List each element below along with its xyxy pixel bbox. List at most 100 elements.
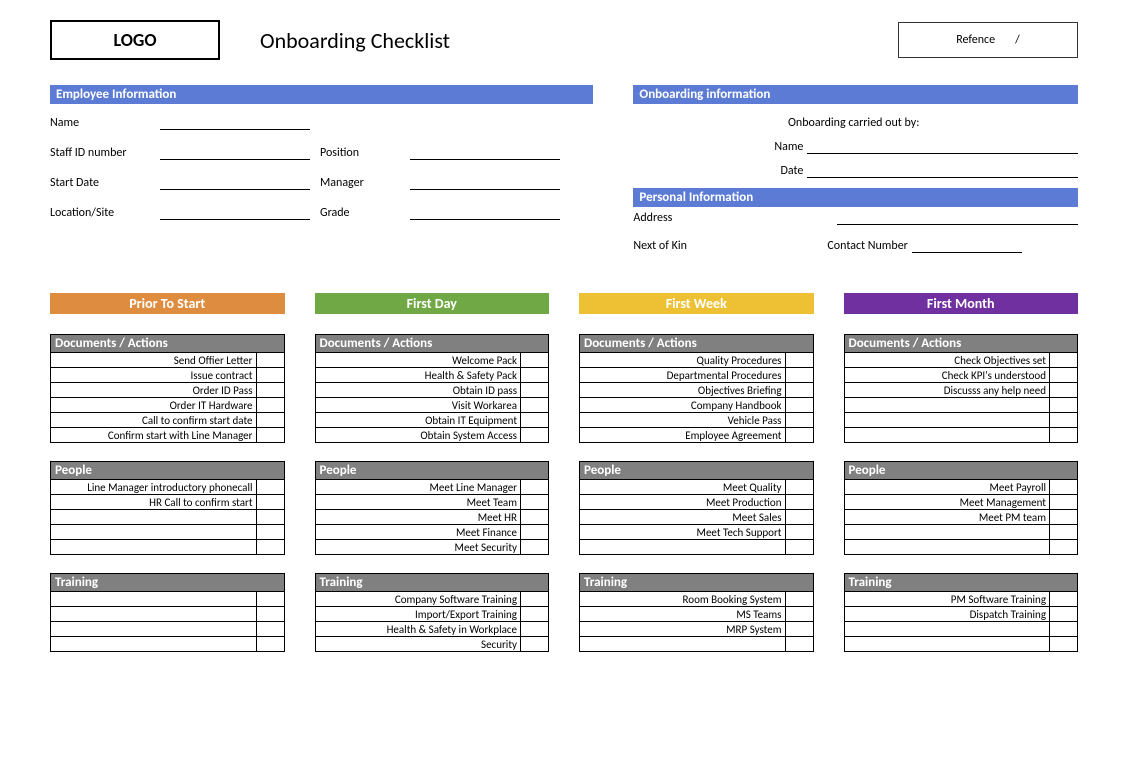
check-cell[interactable]	[785, 383, 813, 398]
item-cell: Company Handbook	[580, 398, 786, 413]
check-cell[interactable]	[521, 480, 549, 495]
phase-column: Prior To StartDocuments / ActionsSend Of…	[50, 293, 285, 670]
check-cell[interactable]	[521, 368, 549, 383]
check-cell[interactable]	[785, 368, 813, 383]
check-cell[interactable]	[256, 607, 284, 622]
item-cell: PM Software Training	[844, 592, 1050, 607]
check-cell[interactable]	[1050, 622, 1078, 637]
check-cell[interactable]	[521, 353, 549, 368]
check-cell[interactable]	[785, 480, 813, 495]
check-cell[interactable]	[256, 368, 284, 383]
lbl-address: Address	[633, 211, 713, 225]
field-manager[interactable]	[410, 176, 560, 190]
section-header: People	[579, 461, 814, 479]
check-cell[interactable]	[1050, 607, 1078, 622]
check-cell[interactable]	[521, 510, 549, 525]
check-cell[interactable]	[1050, 637, 1078, 652]
section-header: Documents / Actions	[315, 334, 550, 352]
item-cell: Meet Team	[315, 495, 521, 510]
check-cell[interactable]	[521, 413, 549, 428]
check-cell[interactable]	[521, 398, 549, 413]
check-cell[interactable]	[785, 637, 813, 652]
check-cell[interactable]	[256, 398, 284, 413]
check-cell[interactable]	[1050, 540, 1078, 555]
reference-box: Refence /	[898, 22, 1078, 58]
check-cell[interactable]	[256, 525, 284, 540]
check-cell[interactable]	[1050, 368, 1078, 383]
check-cell[interactable]	[785, 495, 813, 510]
check-cell[interactable]	[785, 540, 813, 555]
check-cell[interactable]	[1050, 398, 1078, 413]
check-cell[interactable]	[256, 495, 284, 510]
check-cell[interactable]	[1050, 525, 1078, 540]
item-cell: Import/Export Training	[315, 607, 521, 622]
check-cell[interactable]	[1050, 480, 1078, 495]
item-cell: Obtain ID pass	[315, 383, 521, 398]
field-onb-date[interactable]	[807, 164, 1078, 178]
check-cell[interactable]	[785, 413, 813, 428]
check-cell[interactable]	[521, 540, 549, 555]
check-cell[interactable]	[521, 525, 549, 540]
check-cell[interactable]	[256, 428, 284, 443]
item-cell: Health & Safety in Workplace	[315, 622, 521, 637]
item-cell: Meet Security	[315, 540, 521, 555]
field-address[interactable]	[837, 211, 1078, 225]
item-cell	[844, 540, 1050, 555]
check-cell[interactable]	[1050, 383, 1078, 398]
item-cell: Send Offier Letter	[51, 353, 257, 368]
item-cell: Order ID Pass	[51, 383, 257, 398]
check-cell[interactable]	[785, 607, 813, 622]
check-cell[interactable]	[521, 607, 549, 622]
check-cell[interactable]	[521, 637, 549, 652]
check-cell[interactable]	[785, 353, 813, 368]
check-cell[interactable]	[256, 413, 284, 428]
check-cell[interactable]	[1050, 592, 1078, 607]
check-cell[interactable]	[521, 592, 549, 607]
check-cell[interactable]	[1050, 353, 1078, 368]
item-cell: Obtain System Access	[315, 428, 521, 443]
check-cell[interactable]	[785, 398, 813, 413]
check-cell[interactable]	[256, 383, 284, 398]
check-cell[interactable]	[785, 525, 813, 540]
field-position[interactable]	[410, 146, 560, 160]
check-cell[interactable]	[256, 510, 284, 525]
check-cell[interactable]	[785, 428, 813, 443]
check-cell[interactable]	[256, 353, 284, 368]
check-cell[interactable]	[785, 510, 813, 525]
field-staffid[interactable]	[160, 146, 310, 160]
check-cell[interactable]	[521, 383, 549, 398]
check-cell[interactable]	[1050, 428, 1078, 443]
check-cell[interactable]	[521, 428, 549, 443]
reference-label: Refence	[956, 33, 995, 47]
check-cell[interactable]	[256, 540, 284, 555]
check-cell[interactable]	[785, 592, 813, 607]
check-cell[interactable]	[1050, 413, 1078, 428]
item-cell: Welcome Pack	[315, 353, 521, 368]
check-cell[interactable]	[256, 480, 284, 495]
field-startdate[interactable]	[160, 176, 310, 190]
check-cell[interactable]	[785, 622, 813, 637]
phase-column: First MonthDocuments / ActionsCheck Obje…	[844, 293, 1079, 670]
check-cell[interactable]	[256, 622, 284, 637]
check-cell[interactable]	[1050, 495, 1078, 510]
field-location[interactable]	[160, 206, 310, 220]
check-cell[interactable]	[521, 622, 549, 637]
field-name[interactable]	[160, 116, 310, 130]
item-cell: Employee Agreement	[580, 428, 786, 443]
item-cell: Dispatch Training	[844, 607, 1050, 622]
check-cell[interactable]	[1050, 510, 1078, 525]
field-contact[interactable]	[912, 239, 1022, 253]
item-cell: Security	[315, 637, 521, 652]
check-cell[interactable]	[521, 495, 549, 510]
phase-column: First WeekDocuments / ActionsQuality Pro…	[579, 293, 814, 670]
check-cell[interactable]	[256, 592, 284, 607]
section-table: Send Offier LetterIssue contractOrder ID…	[50, 352, 285, 443]
item-cell: Meet Payroll	[844, 480, 1050, 495]
check-cell[interactable]	[256, 637, 284, 652]
item-cell: Line Manager introductory phonecall	[51, 480, 257, 495]
item-cell: MS Teams	[580, 607, 786, 622]
field-grade[interactable]	[410, 206, 560, 220]
employee-form: Name Staff ID number Position Start Date…	[50, 116, 593, 220]
field-onb-name[interactable]	[807, 140, 1078, 154]
lbl-contact: Contact Number	[827, 239, 907, 253]
